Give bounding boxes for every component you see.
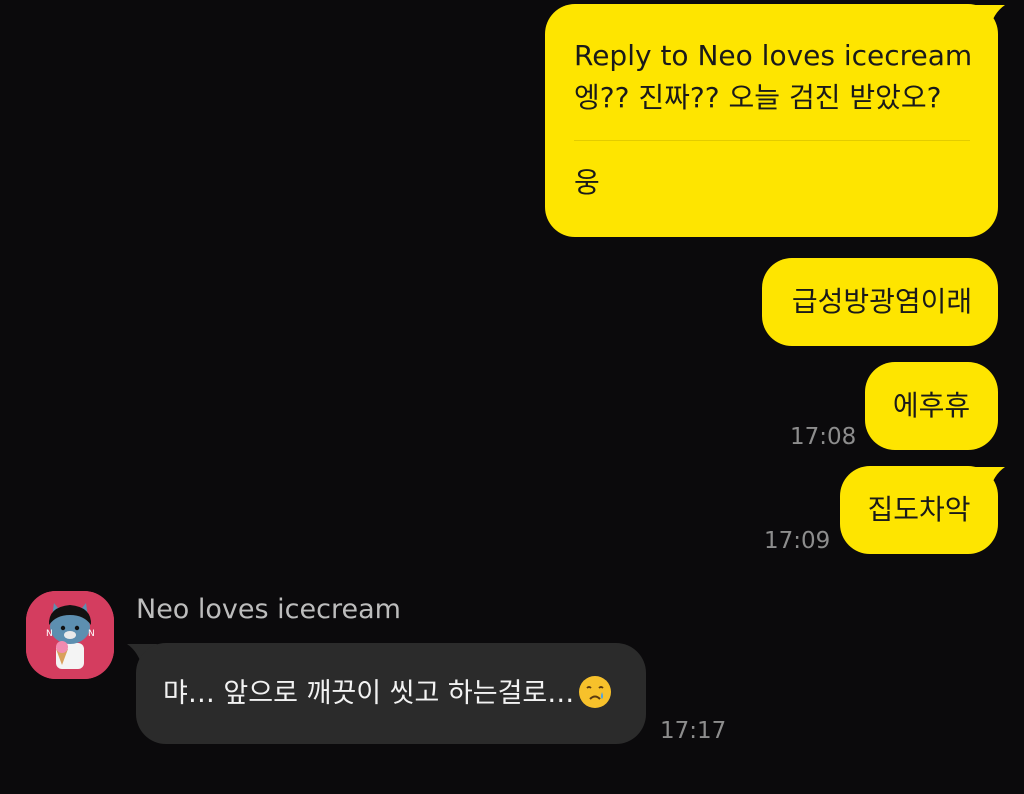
message-text: 급성방광염이래 — [791, 285, 973, 318]
avatar[interactable]: N N — [26, 591, 114, 679]
incoming-message-bubble[interactable]: 먀… 앞으로 깨끗이 씻고 하는걸로… — [136, 643, 646, 744]
reply-header: Reply to Neo loves icecream — [574, 39, 973, 72]
message-timestamp: 17:09 — [764, 528, 831, 554]
message-text: 집도차악 — [867, 493, 971, 526]
quoted-message[interactable]: 엥?? 진짜?? 오늘 검진 받았오? — [574, 78, 970, 118]
svg-text:N: N — [46, 629, 53, 639]
teary-face-emoji-icon — [579, 676, 612, 708]
message-text: 에후휴 — [892, 389, 971, 422]
message-text: 웅 — [574, 166, 600, 199]
reply-message-bubble[interactable]: Reply to Neo loves icecream 엥?? 진짜?? 오늘 … — [545, 4, 998, 237]
outgoing-message-bubble[interactable]: 에후휴 — [865, 362, 998, 450]
svg-text:N: N — [88, 629, 95, 639]
outgoing-message-bubble[interactable]: 급성방광염이래 — [762, 258, 998, 346]
message-timestamp: 17:08 — [790, 424, 857, 450]
message-text: 먀… 앞으로 깨끗이 씻고 하는걸로… — [163, 678, 575, 709]
message-timestamp: 17:17 — [660, 718, 727, 744]
reply-divider — [574, 140, 970, 141]
sender-name: Neo loves icecream — [136, 594, 401, 625]
neo-character-icon: N N — [26, 591, 114, 679]
outgoing-message-bubble[interactable]: 집도차악 — [840, 466, 998, 554]
